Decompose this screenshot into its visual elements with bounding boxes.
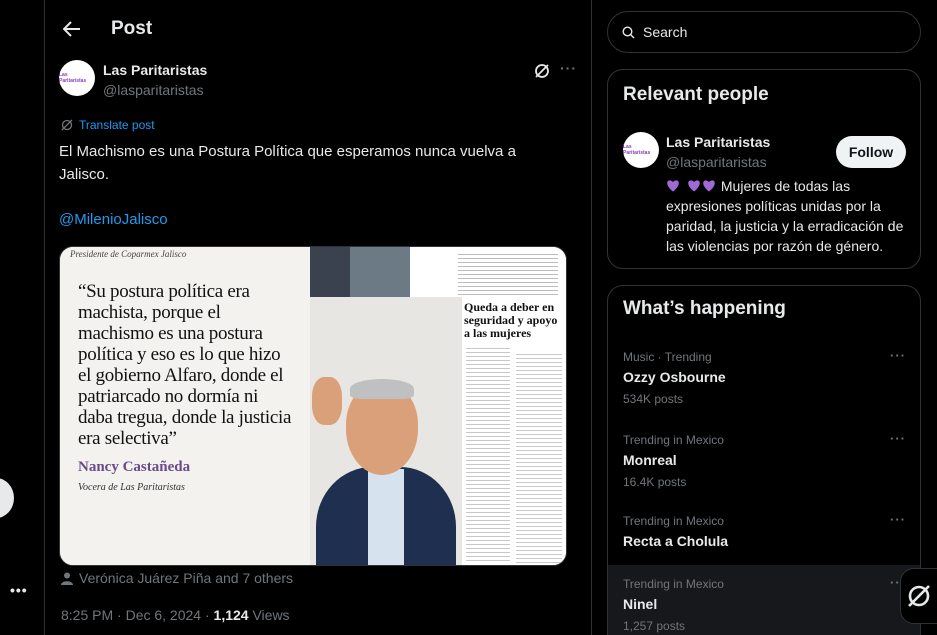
search-box[interactable] <box>607 11 921 53</box>
trend-more-icon[interactable]: ··· <box>890 512 906 527</box>
grok-icon <box>908 585 930 607</box>
grok-icon[interactable] <box>533 62 551 80</box>
post-text: El Machismo es una Postura Política que … <box>59 143 516 183</box>
arrow-left-icon[interactable] <box>61 18 83 40</box>
main-column: Post Las Paritaristas Las Paritaristas @… <box>44 0 592 635</box>
trend-posts: 16.4K posts <box>623 475 687 489</box>
trend-name: Ozzy Osbourne <box>623 369 726 385</box>
trend-meta: Trending in Mexico <box>623 514 724 528</box>
post-timestamp-row: 8:25 PM · Dec 6, 2024 · 1,124 Views <box>61 607 290 623</box>
newspaper-inset-photo <box>310 247 350 297</box>
photo-hair <box>350 379 414 399</box>
avatar-logo-text: Las Paritaristas <box>623 144 651 156</box>
left-rail: ••• <box>0 0 44 635</box>
trend-posts: 534K posts <box>623 392 684 406</box>
purple-heart-icon <box>688 180 700 192</box>
media-headline: Queda a deber en seguridad y apoyo a las… <box>464 300 558 340</box>
whats-happening-card: What’s happening Music · Trending Ozzy O… <box>607 285 921 635</box>
avatar-logo-text: Las Paritaristas <box>59 72 87 84</box>
newspaper-inset-photo-2 <box>350 247 410 297</box>
search-icon <box>622 25 635 38</box>
trend-name: Ninel <box>623 596 658 612</box>
views-label: Views <box>248 607 290 623</box>
trend-posts: 1,257 posts <box>623 619 686 633</box>
page-title: Post <box>111 18 153 39</box>
right-sidebar: Relevant people Las Paritaristas Las Par… <box>607 0 921 635</box>
trend-item[interactable]: Trending in Mexico Ninel 1,257 posts ··· <box>608 565 920 635</box>
post-mention-link[interactable]: @MilenioJalisco <box>59 211 168 228</box>
post-header: Post <box>45 0 591 58</box>
photo-shirt <box>368 469 404 565</box>
liked-by-text: Verónica Juárez Piña and 7 others <box>79 570 294 586</box>
trend-meta: Music · Trending <box>623 350 712 364</box>
purple-heart-icon <box>667 180 679 192</box>
liked-by-row[interactable]: Verónica Juárez Piña and 7 others <box>61 570 293 586</box>
relevant-people-title: Relevant people <box>623 84 769 105</box>
newspaper-photo <box>310 297 462 565</box>
more-options-icon[interactable]: ··· <box>560 60 577 76</box>
post-author-row: Las Paritaristas Las Paritaristas @laspa… <box>59 60 577 104</box>
photo-hand <box>312 377 342 425</box>
media-byline: Nancy Castañeda <box>78 459 191 475</box>
newspaper-quote-panel: Presidente de Coparmex Jalisco “Su postu… <box>60 247 310 565</box>
trend-meta: Trending in Mexico <box>623 433 724 447</box>
author-name[interactable]: Las Paritaristas <box>103 62 207 78</box>
rail-avatar-button[interactable] <box>0 478 14 518</box>
person-icon <box>61 572 73 585</box>
newspaper-column-lines-2 <box>516 351 562 563</box>
media-quote: “Su postura política era machista, porqu… <box>78 281 292 449</box>
trend-item[interactable]: Music · Trending Ozzy Osbourne 534K post… <box>608 338 920 416</box>
post-timestamp[interactable]: 8:25 PM · Dec 6, 2024 · <box>61 607 214 623</box>
trend-name: Recta a Cholula <box>623 533 729 549</box>
relevant-person-handle[interactable]: @lasparitaristas <box>666 154 767 170</box>
relevant-person-name[interactable]: Las Paritaristas <box>666 134 770 150</box>
views-count: 1,124 <box>213 607 249 623</box>
rail-more-icon[interactable]: ••• <box>10 582 28 598</box>
follow-button[interactable]: Follow <box>836 136 906 168</box>
relevant-person-bio: Mujeres de todas las expresiones polític… <box>666 176 910 256</box>
grok-floating-button[interactable] <box>900 568 937 624</box>
trend-more-icon[interactable]: ··· <box>890 431 906 446</box>
trend-meta: Trending in Mexico <box>623 577 724 591</box>
trend-more-icon[interactable]: ··· <box>890 348 906 363</box>
translate-post-link[interactable]: Translate post <box>61 118 155 132</box>
media-subbyline: Vocera de Las Paritaristas <box>78 482 185 493</box>
avatar[interactable]: Las Paritaristas <box>59 60 95 96</box>
trend-name: Monreal <box>623 452 677 468</box>
whats-happening-title: What’s happening <box>623 298 786 319</box>
post-media-image[interactable]: Presidente de Coparmex Jalisco “Su postu… <box>59 246 567 566</box>
purple-heart-icon <box>703 180 715 192</box>
newspaper-photo-panel: Queda a deber en seguridad y apoyo a las… <box>310 247 566 565</box>
newspaper-column-text <box>458 251 558 297</box>
trend-item[interactable]: Trending in Mexico Monreal 16.4K posts ·… <box>608 421 920 499</box>
avatar[interactable]: Las Paritaristas <box>623 132 659 168</box>
relevant-people-card: Relevant people Las Paritaristas Las Par… <box>607 69 921 269</box>
media-caption-top: Presidente de Coparmex Jalisco <box>70 249 187 259</box>
newspaper-column-lines <box>466 345 510 563</box>
search-input[interactable] <box>643 24 883 40</box>
author-handle[interactable]: @lasparitaristas <box>103 82 204 98</box>
translate-label: Translate post <box>79 118 155 132</box>
translate-icon <box>61 119 73 131</box>
